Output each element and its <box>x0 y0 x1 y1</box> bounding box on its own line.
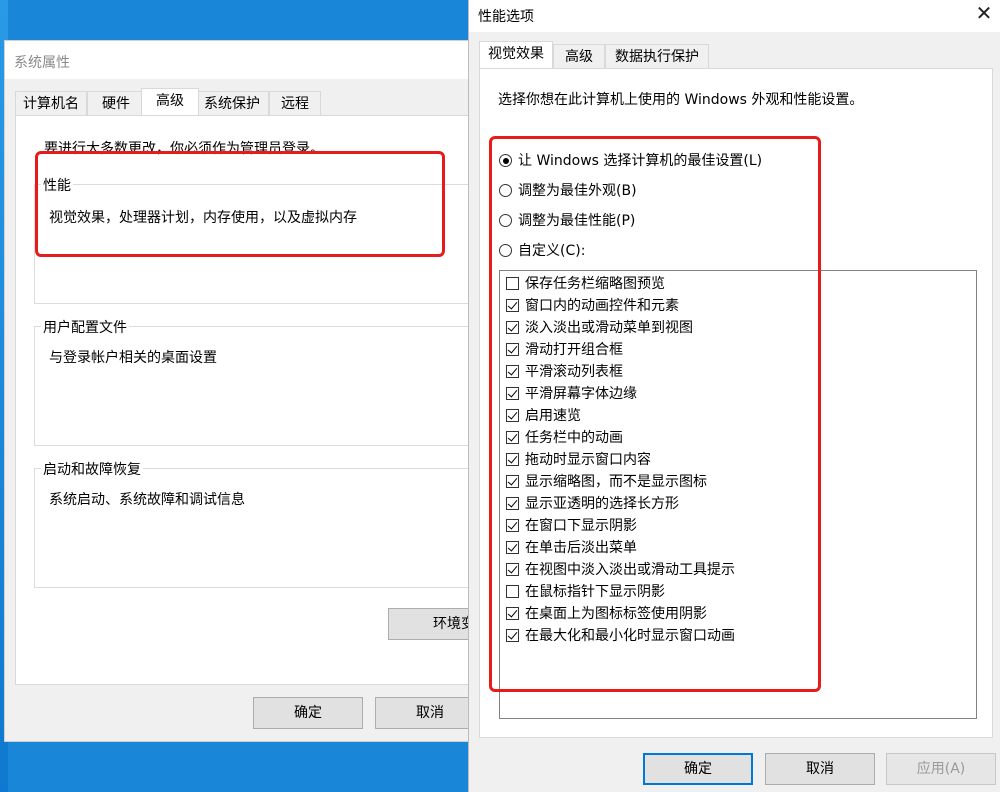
checkbox[interactable] <box>506 409 519 422</box>
checkbox[interactable] <box>506 519 519 532</box>
effect-option-label: 在最大化和最小化时显示窗口动画 <box>525 628 735 644</box>
checkbox[interactable] <box>506 277 519 290</box>
effect-option-label: 滑动打开组合框 <box>525 342 623 358</box>
effect-option[interactable]: 淡入淡出或滑动菜单到视图 <box>506 317 693 339</box>
effect-option[interactable]: 拖动时显示窗口内容 <box>506 449 651 471</box>
checkbox[interactable] <box>506 541 519 554</box>
tab-computer-name[interactable]: 计算机名 <box>15 91 87 115</box>
effect-option-label: 在鼠标指针下显示阴影 <box>525 584 665 600</box>
user-profiles-group: 用户配置文件 与登录帐户相关的桌面设置 <box>34 317 494 446</box>
radio-custom[interactable]: 自定义(C): <box>499 240 585 262</box>
effect-option-label: 拖动时显示窗口内容 <box>525 452 651 468</box>
effect-option-label: 在单击后淡出菜单 <box>525 540 637 556</box>
effect-option-label: 平滑滚动列表框 <box>525 364 623 380</box>
effect-option-label: 显示缩略图，而不是显示图标 <box>525 474 707 490</box>
radio-label: 调整为最佳性能(P) <box>518 213 636 229</box>
effect-option-label: 淡入淡出或滑动菜单到视图 <box>525 320 693 336</box>
radio-let-windows-choose[interactable]: 让 Windows 选择计算机的最佳设置(L) <box>499 150 762 172</box>
radio-indicator[interactable] <box>499 214 512 227</box>
effect-option-label: 在视图中淡入淡出或滑动工具提示 <box>525 562 735 578</box>
effect-option[interactable]: 在单击后淡出菜单 <box>506 537 637 559</box>
effect-option-label: 在桌面上为图标标签使用阴影 <box>525 606 707 622</box>
system-properties-window: 系统属性 计算机名 硬件 高级 系统保护 远程 要进行大多数更改，你必须作为管理… <box>4 40 494 742</box>
effect-option-label: 启用速览 <box>525 408 581 424</box>
effect-option[interactable]: 在桌面上为图标标签使用阴影 <box>506 603 707 625</box>
checkbox[interactable] <box>506 343 519 356</box>
visual-effects-listbox[interactable]: 保存任务栏缩略图预览 窗口内的动画控件和元素 淡入淡出或滑动菜单到视图 滑动打开组合框… <box>499 270 977 719</box>
checkbox[interactable] <box>506 453 519 466</box>
checkbox[interactable] <box>506 387 519 400</box>
checkbox[interactable] <box>506 431 519 444</box>
effect-option[interactable]: 在视图中淡入淡出或滑动工具提示 <box>506 559 735 581</box>
checkbox[interactable] <box>506 607 519 620</box>
effect-option[interactable]: 显示亚透明的选择长方形 <box>506 493 679 515</box>
performance-ok-button[interactable]: 确定 <box>643 753 753 785</box>
effect-option[interactable]: 在窗口下显示阴影 <box>506 515 637 537</box>
user-profiles-group-label: 用户配置文件 <box>41 317 129 337</box>
performance-description: 视觉效果，处理器计划，内存使用，以及虚拟内存 <box>49 210 357 226</box>
effect-option[interactable]: 平滑屏幕字体边缘 <box>506 383 637 405</box>
tab-advanced[interactable]: 高级 <box>553 44 605 68</box>
radio-indicator[interactable] <box>499 184 512 197</box>
effect-option[interactable]: 滑动打开组合框 <box>506 339 623 361</box>
advanced-tab-panel: 要进行大多数更改，你必须作为管理员登录。 性能 视觉效果，处理器计划，内存使用，… <box>15 115 494 685</box>
effect-option-label: 显示亚透明的选择长方形 <box>525 496 679 512</box>
system-properties-titlebar[interactable]: 系统属性 <box>5 41 485 79</box>
user-profiles-description: 与登录帐户相关的桌面设置 <box>49 350 217 366</box>
performance-options-title: 性能选项 <box>478 9 534 25</box>
radio-best-performance[interactable]: 调整为最佳性能(P) <box>499 210 635 232</box>
effect-option-label: 在窗口下显示阴影 <box>525 518 637 534</box>
tab-remote[interactable]: 远程 <box>269 91 321 115</box>
performance-options-tabs: 视觉效果 高级 数据执行保护 <box>479 41 991 68</box>
radio-label: 自定义(C): <box>518 243 586 259</box>
checkbox[interactable] <box>506 299 519 312</box>
close-icon[interactable]: ✕ <box>967 0 1000 28</box>
effect-option[interactable]: 启用速览 <box>506 405 581 427</box>
startup-recovery-description: 系统启动、系统故障和调试信息 <box>49 492 245 508</box>
checkbox[interactable] <box>506 563 519 576</box>
checkbox[interactable] <box>506 585 519 598</box>
effect-option[interactable]: 窗口内的动画控件和元素 <box>506 295 679 317</box>
performance-group-label: 性能 <box>41 175 73 195</box>
performance-options-titlebar[interactable]: 性能选项 ✕ <box>469 0 1000 32</box>
radio-label: 让 Windows 选择计算机的最佳设置(L) <box>518 153 763 169</box>
radio-label: 调整为最佳外观(B) <box>518 183 637 199</box>
radio-best-appearance[interactable]: 调整为最佳外观(B) <box>499 180 637 202</box>
radio-indicator[interactable] <box>499 154 512 167</box>
effect-option-label: 窗口内的动画控件和元素 <box>525 298 679 314</box>
effect-option-label: 平滑屏幕字体边缘 <box>525 386 637 402</box>
radio-indicator[interactable] <box>499 244 512 257</box>
effect-option[interactable]: 平滑滚动列表框 <box>506 361 623 383</box>
performance-group: 性能 视觉效果，处理器计划，内存使用，以及虚拟内存 <box>34 175 494 304</box>
tab-advanced[interactable]: 高级 <box>141 88 199 115</box>
startup-recovery-group-label: 启动和故障恢复 <box>41 459 143 479</box>
performance-options-dialog: 性能选项 ✕ 视觉效果 高级 数据执行保护 选择你想在此计算机上使用的 Wind… <box>468 0 1000 792</box>
effect-option-label: 任务栏中的动画 <box>525 430 623 446</box>
performance-apply-button: 应用(A) <box>886 753 996 785</box>
checkbox[interactable] <box>506 497 519 510</box>
checkbox[interactable] <box>506 321 519 334</box>
effect-option[interactable]: 保存任务栏缩略图预览 <box>506 273 665 295</box>
performance-cancel-button[interactable]: 取消 <box>765 753 875 785</box>
system-properties-tabs: 计算机名 硬件 高级 系统保护 远程 <box>15 88 475 115</box>
tab-system-protection[interactable]: 系统保护 <box>195 91 269 115</box>
checkbox[interactable] <box>506 475 519 488</box>
effect-option[interactable]: 显示缩略图，而不是显示图标 <box>506 471 707 493</box>
tab-visual-effects[interactable]: 视觉效果 <box>479 41 553 68</box>
effect-option[interactable]: 任务栏中的动画 <box>506 427 623 449</box>
checkbox[interactable] <box>506 629 519 642</box>
visual-effects-description: 选择你想在此计算机上使用的 Windows 外观和性能设置。 <box>498 92 864 108</box>
system-properties-ok-button[interactable]: 确定 <box>253 697 363 729</box>
system-properties-title: 系统属性 <box>14 55 70 71</box>
effect-option[interactable]: 在最大化和最小化时显示窗口动画 <box>506 625 735 647</box>
effect-option-label: 保存任务栏缩略图预览 <box>525 276 665 292</box>
admin-note: 要进行大多数更改，你必须作为管理员登录。 <box>44 141 324 157</box>
effect-option[interactable]: 在鼠标指针下显示阴影 <box>506 581 665 603</box>
tab-hardware[interactable]: 硬件 <box>87 91 145 115</box>
checkbox[interactable] <box>506 365 519 378</box>
startup-recovery-group: 启动和故障恢复 系统启动、系统故障和调试信息 <box>34 459 494 588</box>
tab-dep[interactable]: 数据执行保护 <box>605 44 709 68</box>
